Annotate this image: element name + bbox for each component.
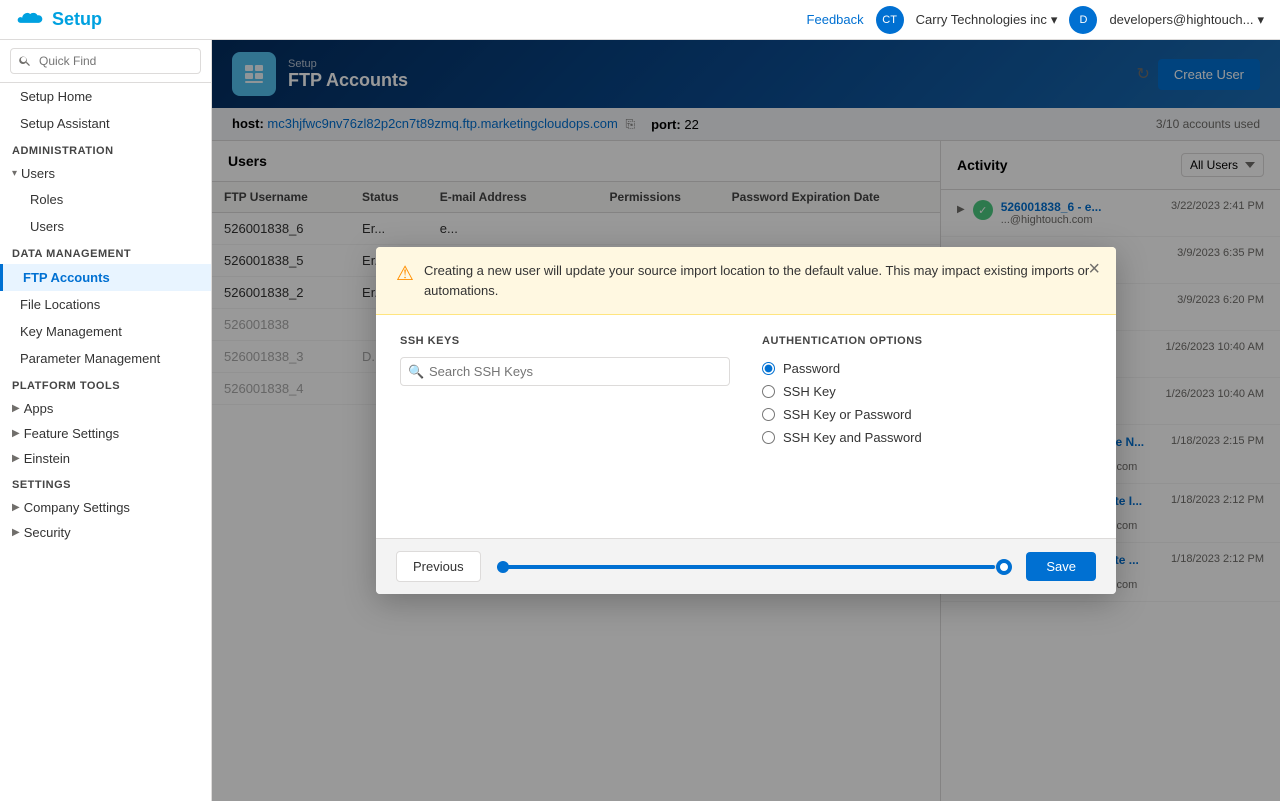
security-toggle[interactable]: ▶ Security [0, 520, 211, 545]
chevron-right-icon-5: ▶ [12, 527, 20, 538]
settings-header: Settings [0, 471, 211, 495]
sidebar-item-parameter-management[interactable]: Parameter Management [0, 345, 211, 372]
search-input[interactable] [10, 48, 201, 74]
modal-warning: ⚠ Creating a new user will update your s… [376, 247, 1116, 315]
previous-button[interactable]: Previous [396, 551, 481, 582]
sidebar-search-container [0, 40, 211, 83]
nav-right: Feedback CT Carry Technologies inc ▾ D d… [807, 6, 1264, 34]
company-settings-toggle[interactable]: ▶ Company Settings [0, 495, 211, 520]
ssh-search-container: 🔍 [400, 357, 730, 386]
platform-tools-header: Platform Tools [0, 372, 211, 396]
modal-overlay: ⚠ Creating a new user will update your s… [212, 40, 1280, 801]
org-avatar: CT [876, 6, 904, 34]
user-avatar: D [1069, 6, 1097, 34]
apps-toggle[interactable]: ▶ Apps [0, 396, 211, 421]
data-management-header: Data Management [0, 240, 211, 264]
auth-options-section: AUTHENTICATION OPTIONS Password SSH Key … [762, 335, 1092, 518]
auth-option-item: SSH Key [762, 380, 1092, 403]
auth-option-item: Password [762, 357, 1092, 380]
administration-header: Administration [0, 137, 211, 161]
auth-options-label: AUTHENTICATION OPTIONS [762, 335, 1092, 347]
modal: ⚠ Creating a new user will update your s… [376, 247, 1116, 594]
progress-end-dot [998, 561, 1010, 573]
auth-option-label: SSH Key or Password [783, 407, 912, 422]
auth-radio-ssh-key[interactable] [762, 385, 775, 398]
auth-radio-ssh-key-or-password[interactable] [762, 408, 775, 421]
app-title: Setup [52, 9, 102, 30]
salesforce-logo [16, 11, 44, 29]
progress-start-dot [497, 561, 509, 573]
auth-radio-password[interactable] [762, 362, 775, 375]
sidebar-item-key-management[interactable]: Key Management [0, 318, 211, 345]
modal-footer: Previous Save [376, 538, 1116, 594]
chevron-right-icon-2: ▶ [12, 428, 20, 439]
search-icon: 🔍 [408, 364, 424, 380]
sidebar-item-users[interactable]: Users [0, 213, 211, 240]
auth-options-list: Password SSH Key SSH Key or Password SSH… [762, 357, 1092, 449]
ssh-keys-section: SSH KEYS 🔍 [400, 335, 730, 518]
auth-option-item: SSH Key or Password [762, 403, 1092, 426]
sidebar-item-ftp-accounts[interactable]: FTP Accounts [0, 264, 211, 291]
modal-body: SSH KEYS 🔍 AUTHENTICATION OPTIONS Passwo… [376, 315, 1116, 538]
chevron-right-icon-3: ▶ [12, 453, 20, 464]
chevron-right-icon: ▶ [12, 403, 20, 414]
sidebar-item-roles[interactable]: Roles [0, 186, 211, 213]
sidebar-item-setup-home[interactable]: Setup Home [0, 83, 211, 110]
main-content: Setup FTP Accounts ↻ Create User host: m… [212, 40, 1280, 801]
sidebar-item-file-locations[interactable]: File Locations [0, 291, 211, 318]
top-nav: Setup Feedback CT Carry Technologies inc… [0, 0, 1280, 40]
chevron-down-icon: ▾ [12, 168, 17, 179]
feature-settings-toggle[interactable]: ▶ Feature Settings [0, 421, 211, 446]
warning-text: Creating a new user will update your sou… [424, 261, 1096, 300]
auth-option-label: Password [783, 361, 840, 376]
org-selector[interactable]: Carry Technologies inc ▾ [916, 12, 1058, 28]
users-group-toggle[interactable]: ▾ Users [0, 161, 211, 186]
auth-radio-ssh-key-and-password[interactable] [762, 431, 775, 444]
feedback-link[interactable]: Feedback [807, 12, 864, 27]
user-selector[interactable]: developers@hightouch... ▾ [1109, 12, 1264, 28]
einstein-toggle[interactable]: ▶ Einstein [0, 446, 211, 471]
auth-option-label: SSH Key and Password [783, 430, 922, 445]
warning-icon: ⚠ [396, 261, 414, 286]
progress-fill [497, 565, 995, 569]
progress-track [497, 565, 1011, 569]
sidebar: Setup Home Setup Assistant Administratio… [0, 40, 212, 801]
sidebar-item-setup-assistant[interactable]: Setup Assistant [0, 110, 211, 137]
chevron-right-icon-4: ▶ [12, 502, 20, 513]
main-layout: Setup Home Setup Assistant Administratio… [0, 40, 1280, 801]
modal-close-button[interactable]: × [1088, 259, 1100, 279]
ssh-search-input[interactable] [400, 357, 730, 386]
auth-option-item: SSH Key and Password [762, 426, 1092, 449]
save-button[interactable]: Save [1026, 552, 1096, 581]
auth-option-label: SSH Key [783, 384, 836, 399]
progress-bar [497, 565, 1011, 569]
nav-left: Setup [16, 9, 102, 30]
ssh-keys-label: SSH KEYS [400, 335, 730, 347]
ssh-keys-list [400, 398, 730, 518]
